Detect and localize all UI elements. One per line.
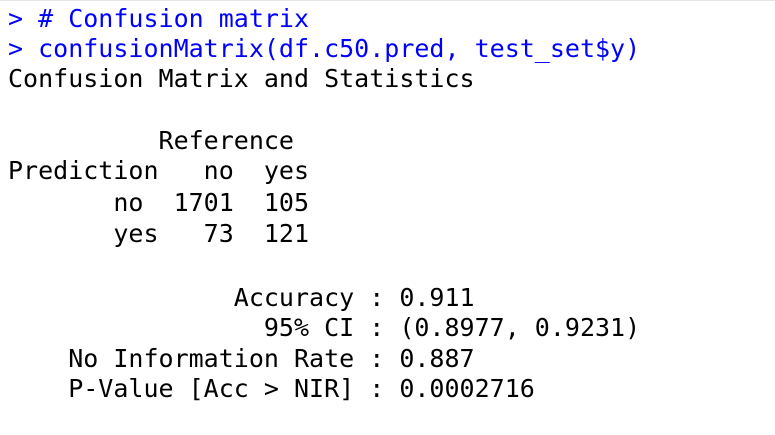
matrix-row-yes: yes 73 121 bbox=[8, 219, 310, 248]
stat-p-value: P-Value [Acc > NIR] : 0.0002716 bbox=[8, 374, 535, 403]
stat-accuracy: Accuracy : 0.911 bbox=[8, 283, 475, 312]
matrix-row-no: no 1701 105 bbox=[8, 188, 310, 217]
matrix-reference-header: Reference bbox=[8, 126, 294, 155]
output-heading: Confusion Matrix and Statistics bbox=[8, 64, 475, 93]
stat-confidence-interval: 95% CI : (0.8977, 0.9231) bbox=[8, 313, 641, 342]
console-command-line: > # Confusion matrix bbox=[8, 4, 310, 33]
stat-no-information-rate: No Information Rate : 0.887 bbox=[8, 344, 475, 373]
r-console-output: > # Confusion matrix > confusionMatrix(d… bbox=[0, 0, 775, 435]
matrix-column-header: Prediction no yes bbox=[8, 156, 310, 185]
console-command-line: > confusionMatrix(df.c50.pred, test_set$… bbox=[8, 34, 641, 63]
